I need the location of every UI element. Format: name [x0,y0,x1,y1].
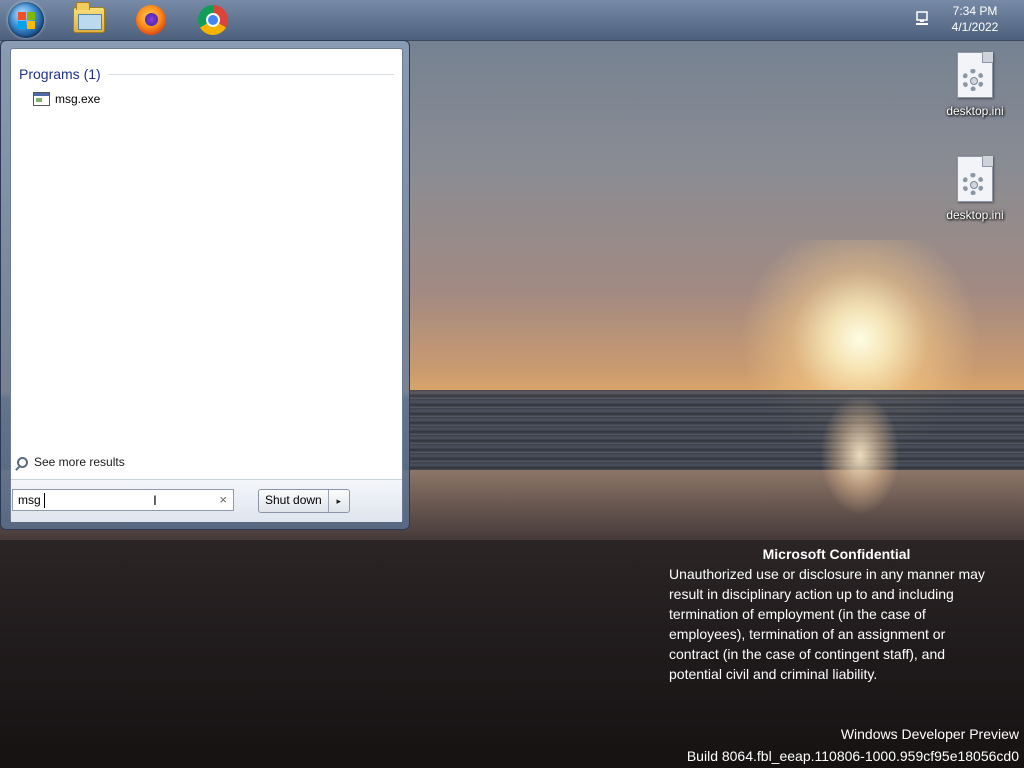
shutdown-button[interactable]: Shut down [259,490,329,512]
see-more-results-label: See more results [34,455,125,469]
taskbar-explorer-button[interactable] [72,2,106,37]
desktop-icon-desktop-ini-1[interactable]: desktop.ini [940,52,1010,118]
chrome-icon [198,5,228,35]
search-result-msg-exe[interactable]: msg.exe [29,90,104,108]
windows-logo-icon [18,12,35,29]
windows-edition-label: Windows Developer Preview [840,726,1019,742]
taskbar-chrome-button[interactable] [196,3,230,37]
divider [108,73,394,75]
settings-file-icon [957,156,993,202]
watermark-title: Microsoft Confidential [762,546,911,562]
taskbar-firefox-button[interactable] [134,3,168,37]
search-icon [17,456,28,468]
desktop-icon-label: desktop.ini [946,104,1004,118]
confidential-watermark: Microsoft Confidential Unauthorized use … [669,544,1019,684]
programs-group-title: Programs (1) [19,66,101,82]
start-search-input[interactable]: msg I × [12,489,234,511]
start-menu: Programs (1) msg.exe See more results ms… [0,40,410,530]
desktop-icon-label: desktop.ini [946,208,1004,222]
taskbar-clock[interactable]: 7:34 PM 4/1/2022 [945,3,1005,35]
folder-icon [73,2,105,33]
search-input-value: msg [18,493,41,507]
clear-search-icon[interactable]: × [219,492,227,507]
text-caret [44,493,45,508]
see-more-results-link[interactable]: See more results [17,453,125,471]
watermark-body: Unauthorized use or disclosure in any ma… [669,566,985,682]
taskbar: 7:34 PM 4/1/2022 [0,0,1024,41]
programs-group-header: Programs (1) [19,65,394,83]
network-icon[interactable] [914,10,932,28]
ibeam-cursor-icon: I [153,492,157,508]
clock-time: 7:34 PM [952,4,998,18]
application-icon [33,92,50,106]
start-menu-results-panel: Programs (1) msg.exe See more results [10,48,403,522]
build-label: Build 8064.fbl_eeap.110806-1000.959cf95e… [686,748,1019,764]
settings-file-icon [957,52,993,98]
shutdown-options-arrow-icon[interactable]: ▸ [329,490,349,512]
firefox-icon [136,5,166,35]
start-button[interactable] [8,2,44,38]
clock-date: 4/1/2022 [951,20,999,34]
shutdown-split-button: Shut down ▸ [258,489,350,513]
sun-reflection [820,395,900,515]
search-result-label: msg.exe [55,92,101,106]
desktop-icon-desktop-ini-2[interactable]: desktop.ini [940,156,1010,222]
